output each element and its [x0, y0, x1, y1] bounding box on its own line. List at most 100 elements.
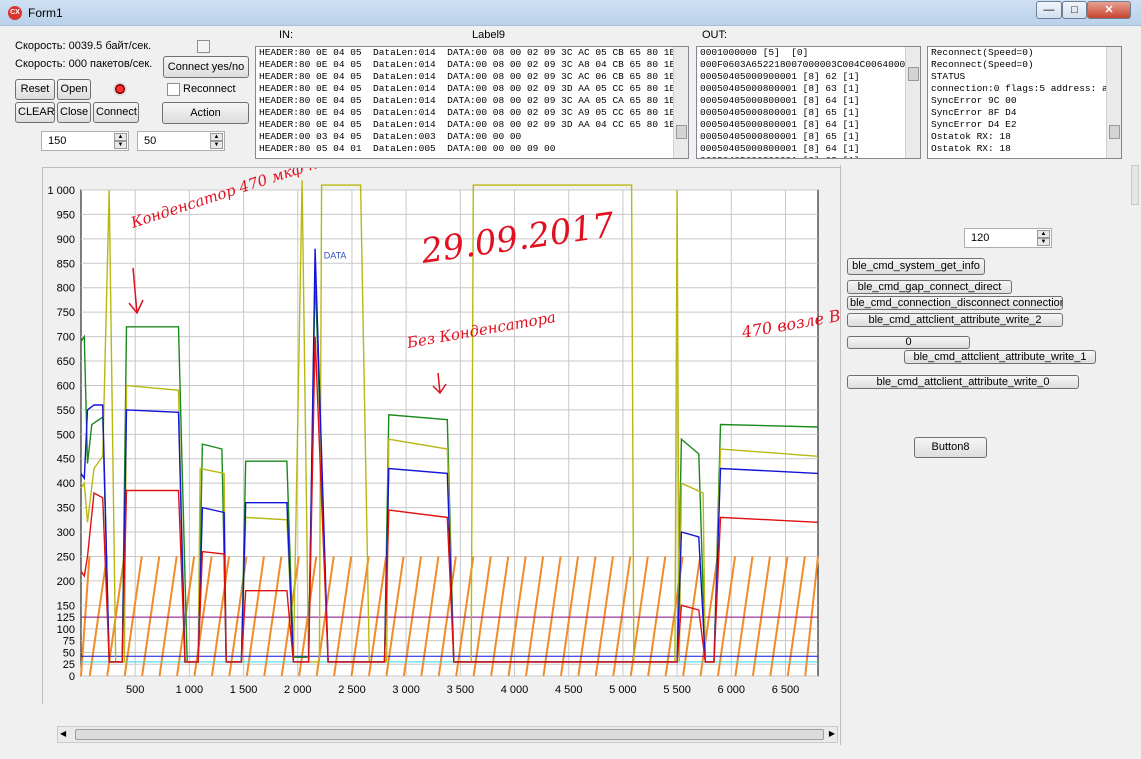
reconnect-checkbox[interactable]: [167, 83, 180, 96]
zero-button[interactable]: 0: [847, 336, 970, 349]
log-memo-scrollbar[interactable]: [1106, 47, 1121, 158]
y-tick-label: 950: [57, 209, 75, 221]
out-memo[interactable]: 0001000000 [5] [0] 000F0603A6522180070000…: [696, 46, 921, 159]
spin-down-icon[interactable]: ▼: [210, 141, 223, 149]
ble-connection-disconnect-button[interactable]: ble_cmd_connection_disconnect connection: [847, 296, 1063, 310]
spinner-side[interactable]: 120 ▲ ▼: [964, 228, 1052, 248]
x-tick-label: 4 000: [501, 684, 529, 696]
ble-attclient-write-1-button[interactable]: ble_cmd_attclient_attribute_write_1: [904, 350, 1096, 364]
spinner-left-value: 150: [48, 135, 67, 147]
in-line: HEADER:80 0E 04 05 DataLen:014 DATA:00 0…: [259, 83, 689, 94]
spin-up-icon[interactable]: ▲: [114, 133, 127, 141]
log-line: Reconnect(Speed=0): [931, 47, 1034, 58]
in-line: HEADER:80 05 04 01 DataLen:005 DATA:00 0…: [259, 143, 556, 154]
reconnect-label: Reconnect: [183, 83, 236, 95]
in-line: HEADER:80 0E 04 05 DataLen:014 DATA:00 0…: [259, 47, 689, 58]
spin-down-icon[interactable]: ▼: [1037, 238, 1050, 246]
scroll-left-icon[interactable]: ◀: [60, 729, 66, 738]
y-tick-label: 0: [69, 671, 75, 683]
in-line: HEADER:80 0E 04 05 DataLen:014 DATA:00 0…: [259, 59, 689, 70]
spin-up-icon[interactable]: ▲: [210, 133, 223, 141]
y-tick-label: 50: [63, 647, 75, 659]
x-tick-label: 1 000: [176, 684, 204, 696]
connect-button[interactable]: Connect: [93, 102, 139, 123]
y-tick-label: 25: [63, 659, 75, 671]
ble-attclient-write-0-button[interactable]: ble_cmd_attclient_attribute_write_0: [847, 375, 1079, 389]
out-line: 00050405000800001 [8] 64 [1]: [700, 119, 860, 130]
ble-system-get-info-button[interactable]: ble_cmd_system_get_info: [847, 258, 985, 275]
y-tick-label: 300: [57, 527, 75, 539]
out-memo-scrollbar[interactable]: [905, 47, 920, 158]
x-tick-label: 6 500: [772, 684, 800, 696]
app-icon: CX: [8, 6, 22, 20]
chart-svg[interactable]: 0255075100125150200250300350400450500550…: [43, 66, 894, 704]
log-line: Ostatok RX: 18: [931, 131, 1011, 142]
log-line: SyncError 8F D4: [931, 107, 1017, 118]
spinner-left[interactable]: 150 ▲ ▼: [41, 131, 129, 151]
y-tick-label: 800: [57, 283, 75, 295]
right-panel-border: [840, 165, 841, 745]
log-memo[interactable]: Reconnect(Speed=0) Reconnect(Speed=0) STAT…: [927, 46, 1122, 159]
title-bar: CX Form1 — □ ✕: [0, 0, 1141, 26]
x-tick-label: 5 500: [663, 684, 691, 696]
out-line: 000F0603A652218007000003C004C0064000000 …: [700, 59, 921, 70]
x-tick-label: 2 500: [338, 684, 366, 696]
in-line: HEADER:80 0E 04 05 DataLen:014 DATA:00 0…: [259, 119, 689, 130]
button8[interactable]: Button8: [914, 437, 987, 458]
spinner-right[interactable]: 50 ▲ ▼: [137, 131, 225, 151]
log-line: Ostatok RX: 18: [931, 143, 1011, 154]
scroll-right-icon[interactable]: ▶: [829, 729, 835, 738]
y-tick-label: 700: [57, 332, 75, 344]
minimize-button[interactable]: —: [1036, 1, 1062, 19]
log-line: connection:0 flags:5 address: addre: [931, 83, 1122, 94]
x-tick-label: 1 500: [230, 684, 258, 696]
out-lines: 0001000000 [5] [0] 000F0603A6522180070000…: [697, 47, 921, 158]
connect-yes-no-button[interactable]: Connect yes/no: [163, 56, 249, 78]
in-memo-scrollbar[interactable]: [673, 47, 688, 158]
out-line: 00050405000800001 [8] 63 [1]: [697, 155, 920, 158]
speed-packets-label: Скорость: 000 пакетов/сек.: [15, 58, 153, 70]
in-line: HEADER:00 03 04 05 DataLen:003 DATA:00 0…: [259, 131, 522, 142]
ble-gap-connect-direct-button[interactable]: ble_cmd_gap_connect_direct: [847, 280, 1012, 294]
log-line: STATUS: [931, 71, 966, 82]
unlabeled-checkbox[interactable]: [197, 40, 210, 53]
y-tick-label: 250: [57, 551, 75, 563]
action-button[interactable]: Action: [162, 102, 249, 124]
in-line: HEADER:80 0E 04 05 DataLen:014 DATA:00 0…: [259, 71, 689, 82]
x-tick-label: 500: [126, 684, 144, 696]
spin-up-icon[interactable]: ▲: [1037, 230, 1050, 238]
y-tick-label: 400: [57, 478, 75, 490]
out-line: 00050405000800001 [8] 63 [1]: [700, 83, 860, 94]
window-scrollbar[interactable]: [1131, 165, 1139, 205]
close-button[interactable]: Close: [57, 102, 91, 123]
ble-attclient-write-2-button[interactable]: ble_cmd_attclient_attribute_write_2: [847, 313, 1063, 327]
y-tick-label: 500: [57, 429, 75, 441]
chart-panel: 0 25 50 75 100 125 150 200 250 300 350 400 450 500 550…: [42, 66, 894, 704]
y-tick-label: 550: [57, 405, 75, 417]
reset-button[interactable]: Reset: [15, 79, 55, 100]
log-line: SyncError 9C 00: [931, 95, 1017, 106]
log-lines: Reconnect(Speed=0) Reconnect(Speed=0) STAT…: [928, 47, 1121, 155]
close-window-button[interactable]: ✕: [1087, 1, 1131, 19]
log-line: Reconnect(Speed=0): [931, 59, 1034, 70]
y-tick-label: 1 000: [47, 185, 75, 197]
scroll-thumb[interactable]: [75, 729, 824, 740]
in-label: IN:: [279, 29, 294, 41]
x-tick-label: 4 500: [555, 684, 583, 696]
out-line: 0001000000 [5] [0]: [700, 47, 809, 58]
y-tick-label: 100: [57, 624, 75, 636]
status-led-icon: [113, 82, 127, 96]
out-label: OUT:: [702, 29, 728, 41]
label9: Label9: [472, 29, 506, 41]
in-memo[interactable]: HEADER:80 0E 04 05 DataLen:014 DATA:00 0…: [255, 46, 689, 159]
chart-hscrollbar[interactable]: ◀ ▶: [57, 726, 838, 743]
clear-button[interactable]: CLEAR: [15, 102, 55, 123]
maximize-button[interactable]: □: [1062, 1, 1087, 19]
spin-down-icon[interactable]: ▼: [114, 141, 127, 149]
out-line: 00050405000800001 [8] 64 [1]: [700, 143, 860, 154]
open-button[interactable]: Open: [57, 79, 91, 100]
y-tick-label: 850: [57, 258, 75, 270]
in-line: HEADER:80 0E 04 05 DataLen:014 DATA:00 0…: [259, 95, 689, 106]
y-tick-label: 75: [63, 636, 75, 648]
y-tick-label: 200: [57, 576, 75, 588]
